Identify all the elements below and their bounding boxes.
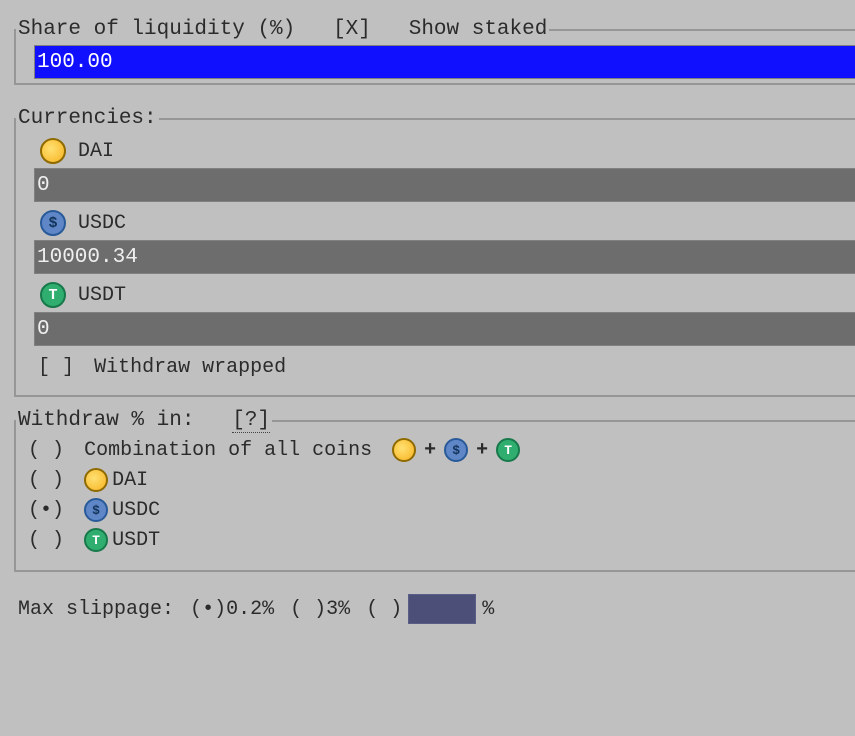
share-value: 100.00 [37, 51, 113, 74]
withdraw-in-option-label: DAI [112, 469, 148, 492]
currency-label-usdt: USDT [78, 284, 126, 307]
dai-icon [392, 438, 416, 462]
share-legend: Share of liquidity (%) [X] Show staked [16, 18, 549, 41]
currency-value-dai: 0 [37, 174, 50, 197]
withdraw-in-option-label: Combination of all coins [84, 439, 372, 462]
withdraw-in-option-dai[interactable]: ( ) DAI [28, 468, 855, 492]
withdraw-in-option-usdc[interactable]: (•) $ USDC [28, 498, 855, 522]
share-of-liquidity-fieldset: Share of liquidity (%) [X] Show staked 1… [14, 18, 855, 85]
withdraw-in-option-label: USDC [112, 499, 160, 522]
share-input[interactable]: 100.00 [34, 45, 855, 79]
currencies-legend: Currencies: [16, 107, 159, 130]
currency-input-usdt[interactable]: 0 [34, 312, 855, 346]
slippage-suffix: % [482, 598, 494, 621]
withdraw-in-option-combination[interactable]: ( ) Combination of all coins + $ + T [28, 438, 855, 462]
withdraw-in-option-usdt[interactable]: ( ) T USDT [28, 528, 855, 552]
slippage-option-custom[interactable]: ( ) [366, 598, 402, 621]
currency-row-usdc: $ USDC [40, 210, 855, 236]
withdraw-wrapped-label: Withdraw wrapped [94, 356, 286, 379]
withdraw-in-help-icon[interactable]: [?] [232, 409, 270, 433]
withdraw-wrapped-checkbox[interactable]: [ ] Withdraw wrapped [38, 356, 855, 379]
plus-icon: + [424, 439, 436, 462]
withdraw-in-radio-group: ( ) Combination of all coins + $ + T ( )… [28, 438, 855, 552]
dai-icon [84, 468, 108, 492]
currencies-fieldset: Currencies: DAI 0 $ USDC 10000.34 T USDT… [14, 107, 855, 397]
show-staked-label: Show staked [409, 18, 548, 41]
currency-row-usdt: T USDT [40, 282, 855, 308]
max-slippage-row: Max slippage: (•)0.2% ( )3% ( ) % [18, 594, 855, 624]
withdraw-in-legend-text: Withdraw % in: [18, 409, 194, 432]
withdraw-in-legend: Withdraw % in: [?] [16, 409, 272, 432]
dai-icon [40, 138, 66, 164]
usdc-icon: $ [84, 498, 108, 522]
currency-label-dai: DAI [78, 140, 114, 163]
usdt-icon: T [496, 438, 520, 462]
currency-input-dai[interactable]: 0 [34, 168, 855, 202]
withdraw-in-option-label: USDT [112, 529, 160, 552]
usdt-icon: T [84, 528, 108, 552]
usdt-icon: T [40, 282, 66, 308]
usdc-icon: $ [444, 438, 468, 462]
currency-row-dai: DAI [40, 138, 855, 164]
plus-icon: + [476, 439, 488, 462]
show-staked-checkbox[interactable]: [X] [333, 18, 383, 41]
usdc-icon: $ [40, 210, 66, 236]
slippage-option-1[interactable]: ( )3% [290, 598, 350, 621]
slippage-option-0[interactable]: (•)0.2% [190, 598, 274, 621]
currency-value-usdt: 0 [37, 318, 50, 341]
currency-value-usdc: 10000.34 [37, 246, 138, 269]
currency-label-usdc: USDC [78, 212, 126, 235]
share-legend-text: Share of liquidity (%) [18, 18, 295, 41]
slippage-custom-input[interactable] [408, 594, 476, 624]
currency-input-usdc[interactable]: 10000.34 [34, 240, 855, 274]
withdraw-in-fieldset: Withdraw % in: [?] ( ) Combination of al… [14, 409, 855, 572]
max-slippage-label: Max slippage: [18, 598, 174, 621]
